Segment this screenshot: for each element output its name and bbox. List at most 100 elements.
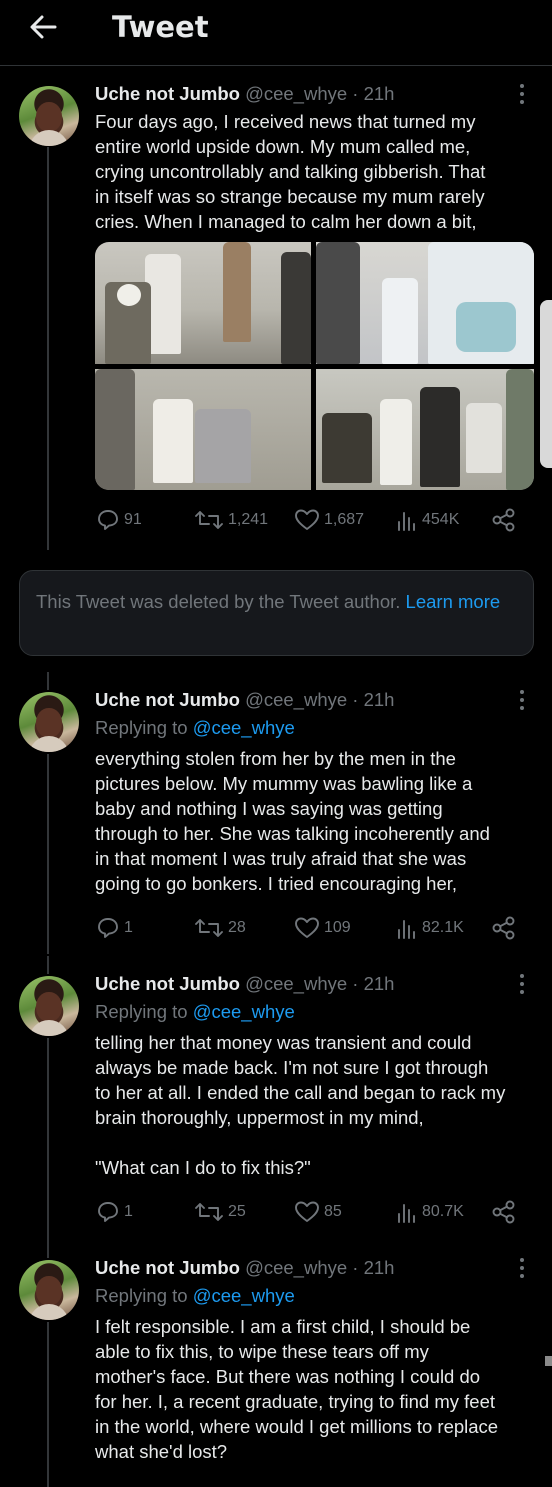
author-name[interactable]: Uche not Jumbo (95, 83, 240, 104)
retweet-count: 1,241 (228, 511, 269, 528)
like-button[interactable]: 85 (294, 1199, 342, 1225)
author-handle[interactable]: @cee_whye (245, 83, 347, 104)
author-name[interactable]: Uche not Jumbo (95, 973, 240, 994)
more-vertical-icon[interactable] (520, 1258, 526, 1280)
author-name[interactable]: Uche not Jumbo (95, 1257, 240, 1278)
timestamp[interactable]: 21h (364, 83, 395, 104)
views-bar-chart-icon (398, 920, 415, 939)
heart-icon (295, 509, 319, 530)
reply-count: 1 (124, 1203, 133, 1220)
photo-4[interactable] (316, 369, 534, 490)
thread-connector (47, 754, 49, 954)
thread-connector (47, 1322, 49, 1487)
timestamp[interactable]: 21h (364, 689, 395, 710)
author-name[interactable]: Uche not Jumbo (95, 689, 240, 710)
tweet-3[interactable]: Uche not Jumbo @cee_whye · 21h Replying … (0, 956, 552, 1241)
like-button[interactable]: 1,687 (294, 507, 364, 533)
tweet-actions: 1 28 109 82.1K (96, 915, 521, 941)
author-handle[interactable]: @cee_whye (245, 973, 347, 994)
tweet-header: Uche not Jumbo @cee_whye · 21h (95, 83, 394, 105)
tweet-text: everything stolen from her by the men in… (95, 748, 490, 894)
replying-to-label: Replying to (95, 717, 188, 738)
reply-button[interactable]: 1 (96, 1199, 133, 1225)
replying-to-handle[interactable]: @cee_whye (193, 717, 295, 738)
like-count: 85 (324, 1203, 342, 1220)
tweet-4[interactable]: Uche not Jumbo @cee_whye · 21h Replying … (0, 1240, 552, 1487)
tweet-1[interactable]: Uche not Jumbo @cee_whye · 21h Four days… (0, 67, 552, 567)
thread-connector (47, 672, 49, 690)
views-button[interactable]: 454K (394, 507, 459, 533)
timestamp[interactable]: 21h (364, 1257, 395, 1278)
like-button[interactable]: 109 (294, 915, 351, 941)
thread-connector (47, 147, 49, 550)
arrow-left-icon[interactable] (28, 12, 58, 42)
more-vertical-icon[interactable] (520, 84, 526, 106)
separator-dot: · (352, 689, 359, 710)
reply-bubble-icon (98, 918, 118, 938)
retweet-count: 25 (228, 1203, 246, 1220)
retweet-icon (195, 511, 223, 529)
reply-bubble-icon (98, 1202, 118, 1222)
retweet-button[interactable]: 25 (194, 1199, 246, 1225)
deleted-tweet-notice: This Tweet was deleted by the Tweet auth… (19, 570, 534, 656)
views-bar-chart-icon (398, 1204, 415, 1223)
thread-connector (47, 956, 49, 974)
share-button[interactable] (491, 507, 517, 533)
reply-bubble-icon (98, 510, 118, 530)
avatar[interactable] (19, 1260, 79, 1320)
reply-count: 1 (124, 919, 133, 936)
separator-dot: · (352, 83, 359, 104)
reply-button[interactable]: 1 (96, 915, 133, 941)
views-count: 82.1K (422, 919, 464, 936)
tweet-2[interactable]: Uche not Jumbo @cee_whye · 21h Replying … (0, 672, 552, 954)
share-icon (492, 1200, 515, 1224)
avatar[interactable] (19, 976, 79, 1036)
retweet-icon (195, 919, 223, 937)
replying-to-handle[interactable]: @cee_whye (193, 1285, 295, 1306)
retweet-icon (195, 1203, 223, 1221)
views-button[interactable]: 80.7K (394, 1199, 464, 1225)
top-app-bar: Tweet (0, 0, 552, 66)
avatar[interactable] (19, 692, 79, 752)
share-button[interactable] (491, 915, 517, 941)
like-count: 1,687 (324, 511, 365, 528)
retweet-button[interactable]: 28 (194, 915, 246, 941)
retweet-button[interactable]: 1,241 (194, 507, 268, 533)
avatar[interactable] (19, 86, 79, 146)
more-vertical-icon[interactable] (520, 690, 526, 712)
reply-button[interactable]: 91 (96, 507, 142, 533)
tweet-text: I felt responsible. I am a first child, … (95, 1316, 499, 1462)
share-icon (492, 508, 515, 532)
tweet-actions: 91 1,241 1,687 454K (96, 507, 521, 533)
learn-more-link[interactable]: Learn more (406, 591, 501, 612)
photo-1[interactable] (95, 242, 311, 364)
author-handle[interactable]: @cee_whye (245, 1257, 347, 1278)
tweet-text: telling her that money was transient and… (95, 1032, 506, 1178)
share-button[interactable] (491, 1199, 517, 1225)
more-vertical-icon[interactable] (520, 974, 526, 996)
photo-2[interactable] (316, 242, 534, 364)
replying-to-label: Replying to (95, 1285, 188, 1306)
tweet-text: Four days ago, I received news that turn… (95, 111, 486, 232)
views-count: 454K (422, 511, 460, 528)
author-handle[interactable]: @cee_whye (245, 689, 347, 710)
tweet-header: Uche not Jumbo @cee_whye · 21h (95, 689, 394, 711)
photo-3[interactable] (95, 369, 311, 490)
thread-connector (47, 1038, 49, 1241)
reply-count: 91 (124, 511, 142, 528)
separator-dot: · (352, 973, 359, 994)
retweet-count: 28 (228, 919, 246, 936)
replying-to-handle[interactable]: @cee_whye (193, 1001, 295, 1022)
like-count: 109 (324, 919, 351, 936)
views-button[interactable]: 82.1K (394, 915, 464, 941)
page-title: Tweet (112, 10, 209, 44)
scrollbar-thumb[interactable] (540, 300, 552, 468)
thread-connector (47, 1240, 49, 1258)
media-grid (95, 242, 534, 490)
deleted-notice-text: This Tweet was deleted by the Tweet auth… (36, 591, 406, 612)
scroll-indicator (545, 1356, 552, 1366)
tweet-header: Uche not Jumbo @cee_whye · 21h (95, 973, 394, 995)
replying-to: Replying to @cee_whye (95, 717, 295, 739)
heart-icon (295, 1201, 319, 1222)
timestamp[interactable]: 21h (364, 973, 395, 994)
